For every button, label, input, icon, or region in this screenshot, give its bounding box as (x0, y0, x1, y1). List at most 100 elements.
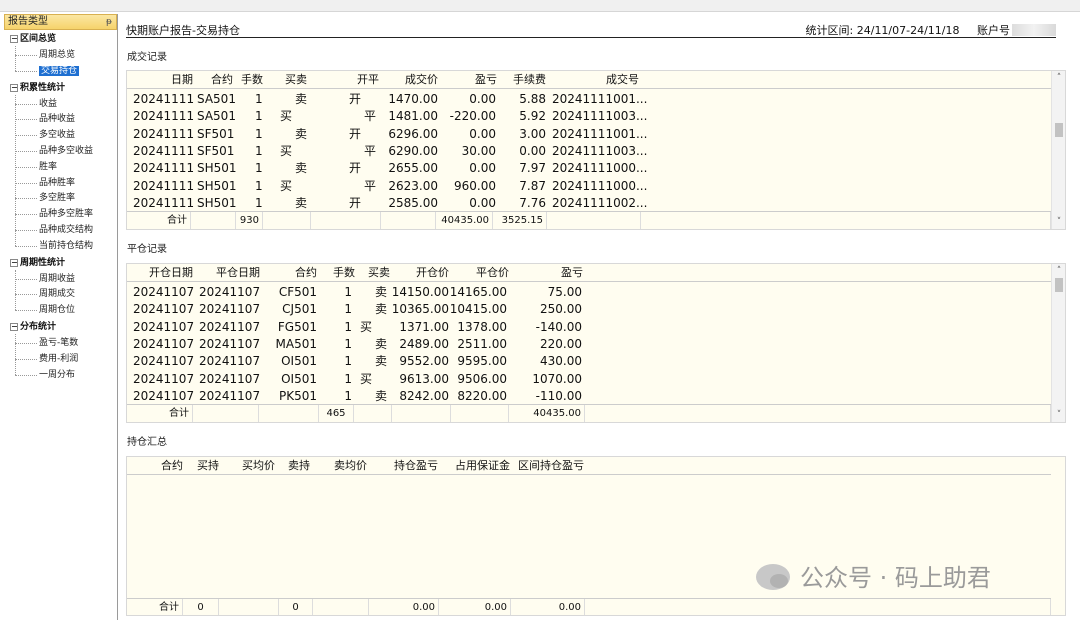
collapse-toggle-icon[interactable]: − (10, 35, 18, 43)
table-cell: SF501 (197, 143, 235, 158)
table-row[interactable]: 20241111 SH501 1 买 平 2623.00 960.00 7.87 2024111… (127, 178, 1051, 195)
tree-group[interactable]: − 区间总览 (10, 32, 56, 46)
tree-item[interactable]: 品种多空收益 (39, 144, 93, 158)
table-cell: 1 (344, 302, 352, 317)
table-cell: 9552.00 (399, 354, 449, 369)
column-header[interactable]: 合约 (295, 264, 317, 281)
table-row[interactable]: 20241107 20241107 CJ501 1 卖 10365.00 10415.00 2… (127, 301, 1051, 318)
column-header[interactable]: 合约 (161, 457, 183, 474)
tree-connector (15, 198, 37, 200)
tree-group[interactable]: − 周期性统计 (10, 256, 65, 270)
positions-section-label: 持仓汇总 (127, 437, 167, 448)
column-header[interactable]: 成交号 (606, 71, 639, 88)
tree-item[interactable]: 收益 (39, 97, 57, 111)
column-header[interactable]: 买卖 (285, 71, 307, 88)
tree-item[interactable]: 品种胜率 (39, 176, 75, 190)
table-row[interactable]: 20241111 SA501 1 卖 开 1470.00 0.00 5.88 202411110… (127, 91, 1051, 108)
tree-item[interactable]: 品种收益 (39, 112, 75, 126)
table-row[interactable]: 20241107 20241107 FG501 1 买 1371.00 1378.00 -14… (127, 319, 1051, 336)
tree-item[interactable]: 品种成交结构 (39, 223, 93, 237)
table-row[interactable]: 20241107 20241107 MA501 1 卖 2489.00 2511.00 220… (127, 336, 1051, 353)
table-row[interactable]: 20241111 SH501 1 卖 开 2585.00 0.00 7.76 202411110… (127, 195, 1051, 212)
table-row[interactable]: 20241107 20241107 OI501 1 买 9613.00 9506.00 107… (127, 371, 1051, 388)
column-header[interactable]: 买均价 (242, 457, 275, 474)
tree-item[interactable]: 费用-利润 (39, 352, 78, 366)
table-cell: 1 (344, 354, 352, 369)
tree-item[interactable]: 周期成交 (39, 287, 75, 301)
tree-item[interactable]: 多空胜率 (39, 191, 75, 205)
table-row[interactable]: 20241111 SF501 1 卖 开 6296.00 0.00 3.00 202411110… (127, 126, 1051, 143)
column-header[interactable]: 日期 (171, 71, 193, 88)
table-cell: 20241107 (199, 302, 261, 317)
column-header[interactable]: 盈亏 (475, 71, 497, 88)
collapse-toggle-icon[interactable]: − (10, 323, 18, 331)
footer-cell (219, 599, 279, 615)
table-row[interactable]: 20241111 SH501 1 卖 开 2655.00 0.00 7.97 202411110… (127, 160, 1051, 177)
scroll-thumb[interactable] (1055, 278, 1063, 292)
tree-item-label: 多空胜率 (39, 193, 76, 204)
column-header[interactable]: 卖持 (288, 457, 310, 474)
vertical-scrollbar[interactable]: ˄ ˅ (1051, 264, 1065, 422)
column-header[interactable]: 成交价 (405, 71, 438, 88)
table-cell: 卖 (295, 161, 308, 176)
collapse-toggle-icon[interactable]: − (10, 83, 18, 92)
table-cell: 20241111 (133, 178, 195, 193)
column-header[interactable]: 开仓价 (416, 264, 449, 281)
tree-connector (15, 135, 37, 137)
column-header[interactable]: 平仓价 (476, 264, 509, 281)
column-header[interactable]: 平仓日期 (216, 264, 260, 281)
collapse-toggle-icon[interactable]: − (10, 258, 18, 267)
column-header[interactable]: 持仓盈亏 (394, 457, 438, 474)
table-cell: 0.00 (469, 195, 496, 210)
column-header[interactable]: 手数 (333, 264, 355, 281)
vertical-scrollbar[interactable]: ˄ ˅ (1051, 71, 1065, 229)
scroll-up-icon[interactable]: ˄ (1052, 264, 1065, 278)
tree-item[interactable]: 周期收益 (39, 272, 75, 286)
column-header[interactable]: 区间持仓盈亏 (518, 457, 584, 474)
column-header[interactable]: 买持 (197, 457, 219, 474)
tree-item[interactable]: 一周分布 (39, 368, 75, 382)
column-header[interactable]: 开平 (357, 71, 379, 88)
table-cell: 买 (280, 143, 293, 158)
table-row[interactable]: 20241107 20241107 CF501 1 卖 14150.00 14165.00 7… (127, 284, 1051, 301)
tree-item[interactable]: 当前持仓结构 (39, 239, 93, 253)
column-header[interactable]: 开仓日期 (149, 264, 193, 281)
tree-item[interactable]: 周期仓位 (39, 303, 75, 317)
closes-grid[interactable]: 开仓日期 平仓日期 合约 手数 买卖 开仓价 平仓价 盈亏 20241107 20241107 CF… (126, 263, 1066, 423)
column-header[interactable]: 盈亏 (561, 264, 583, 281)
table-cell: 8242.00 (399, 388, 449, 403)
table-row[interactable]: 20241107 20241107 PK501 1 卖 8242.00 8220.00 -11… (127, 388, 1051, 405)
column-header[interactable]: 占用保证金 (455, 457, 510, 474)
table-cell: CJ501 (282, 302, 317, 317)
tree-item-label: 品种成交结构 (39, 225, 94, 235)
tree-item[interactable]: 品种多空胜率 (39, 207, 93, 221)
table-cell: 1 (255, 143, 263, 158)
tree-item[interactable]: 胜率 (39, 160, 57, 174)
scroll-up-icon[interactable]: ˄ (1052, 71, 1065, 85)
table-cell: 买 (280, 109, 293, 124)
column-header[interactable]: 手数 (241, 71, 263, 88)
tree-group[interactable]: − 积累性统计 (10, 81, 65, 95)
column-header[interactable]: 手续费 (513, 71, 546, 88)
table-cell: 买 (360, 371, 373, 386)
table-cell: 2511.00 (457, 336, 507, 351)
column-header[interactable]: 买卖 (368, 264, 390, 281)
scroll-down-icon[interactable]: ˅ (1052, 215, 1065, 229)
table-row[interactable]: 20241107 20241107 OI501 1 卖 9552.00 9595.00 430… (127, 353, 1051, 370)
column-header[interactable]: 卖均价 (334, 457, 367, 474)
tree-item[interactable]: 周期总览 (39, 48, 75, 62)
trades-grid[interactable]: 日期 合约 手数 买卖 开平 成交价 盈亏 手续费 成交号 20241111 SA501 1 卖开 147… (126, 70, 1066, 230)
table-cell: 20241107 (133, 302, 195, 317)
tree-item[interactable]: 多空收益 (39, 128, 75, 142)
table-row[interactable]: 20241111 SF501 1 买 平 6290.00 30.00 0.00 20241111… (127, 143, 1051, 160)
table-row[interactable]: 20241111 SA501 1 买 平 1481.00 -220.00 5.92 202411… (127, 108, 1051, 125)
pin-icon[interactable]: ᵽ (106, 15, 112, 29)
scroll-thumb[interactable] (1055, 123, 1063, 137)
tree-item[interactable]: 盈亏-笔数 (39, 336, 78, 350)
tree-item[interactable]: 交易持仓 (39, 64, 80, 78)
table-cell: 1378.00 (457, 319, 507, 334)
scroll-down-icon[interactable]: ˅ (1052, 408, 1065, 422)
tree-group[interactable]: − 分布统计 (10, 320, 56, 334)
column-header[interactable]: 合约 (211, 71, 233, 88)
table-cell: 20241107 (199, 388, 261, 403)
